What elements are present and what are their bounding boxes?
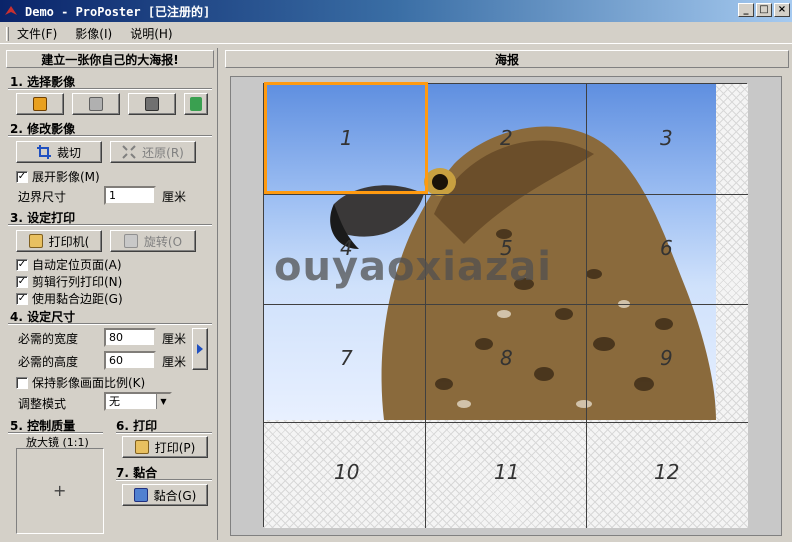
cut-print-label: 剪辑行列打印(N) [32,275,123,289]
menu-bar: 文件(F) 影像(I) 说明(H) [0,24,792,44]
border-unit-label: 厘米 [162,190,187,204]
clipboard-icon [89,97,103,111]
width-input[interactable]: 80 [104,328,156,347]
auto-position-checkbox[interactable]: ✓ 自动定位页面(A) [16,256,122,273]
rotate-label: 旋转(O [143,234,183,249]
page-number: 9 [660,346,673,370]
scan-image-button[interactable] [128,93,176,115]
page-number: 6 [660,236,673,260]
restore-button[interactable]: 还原(R) [110,141,196,163]
page-divider [586,84,587,528]
list-view-button[interactable] [184,93,208,115]
divider [116,479,212,481]
left-panel-header: 建立一张你自己的大海报! [6,50,214,68]
printer-icon [134,440,149,454]
arrow-right-icon [197,344,203,354]
height-input[interactable]: 60 [104,351,156,370]
close-button[interactable]: × [774,3,790,17]
page-number: 12 [654,460,680,484]
page-divider [264,422,748,423]
checkbox-empty [16,376,28,389]
crop-icon [36,145,51,159]
printer-icon [28,234,43,248]
glue-button[interactable]: 黏合(G) [122,484,208,506]
page-number: 8 [500,346,513,370]
menu-file[interactable]: 文件(F) [17,25,57,42]
poster-panel-header: 海报 [225,50,789,68]
maximize-button[interactable]: □ [756,3,772,17]
rotate-icon [123,234,138,248]
divider [8,135,212,137]
glue-margin-label: 使用黏合边距(G) [32,292,123,306]
page-divider [264,304,748,305]
checkmark: ✓ [16,292,28,305]
adjust-mode-label: 调整模式 [18,397,67,411]
scanner-icon [145,97,159,111]
checkmark: ✓ [16,258,28,271]
glue-icon [133,488,148,502]
image-icon [33,97,47,111]
printer-label: 打印机( [48,234,90,249]
width-label: 必需的宽度 [18,332,79,346]
menu-grip [6,26,9,41]
menu-image[interactable]: 影像(I) [75,25,112,42]
list-icon [190,97,202,111]
print-button[interactable]: 打印(P) [122,436,208,458]
chevron-down-icon[interactable]: ▼ [156,394,170,409]
poster-paper: 1 2 3 4 5 6 7 8 9 10 11 12 ouyaoxiazai [263,82,748,528]
page-number: 2 [500,126,513,150]
title-bar: Demo - ProPoster [已注册的] _ □ × [0,0,792,22]
checkmark: ✓ [16,275,28,288]
expand-size-button[interactable] [192,328,208,370]
open-image-button[interactable] [16,93,64,115]
border-size-input[interactable]: 1 [104,186,156,205]
divider [8,88,212,90]
height-label: 必需的高度 [18,355,79,369]
border-size-label: 边界尺寸 [18,190,67,204]
width-unit-label: 厘米 [162,332,187,346]
crop-button[interactable]: 裁切 [16,141,102,163]
page-number: 11 [494,460,520,484]
auto-position-label: 自动定位页面(A) [32,258,122,272]
keep-ratio-checkbox[interactable]: 保持影像画面比例(K) [16,374,145,391]
divider [116,432,212,434]
divider [8,224,212,226]
adjust-mode-select[interactable]: 无 ▼ [104,392,172,411]
poster-panel: 海报 1 2 3 4 5 6 7 8 9 10 11 12 ouyaoxiaza… [221,48,792,540]
magnifier-preview: + [16,448,104,534]
expand-image-checkbox[interactable]: ✓ 展开影像(M) [16,168,100,185]
keep-ratio-label: 保持影像画面比例(K) [32,376,146,390]
crosshair-icon: + [53,481,67,500]
left-panel: 建立一张你自己的大海报! 1. 选择影像 2. 修改影像 裁切 还原(R) ✓ 展… [0,48,218,540]
window-title: Demo - ProPoster [已注册的] [25,4,211,19]
page-divider [264,194,748,195]
page-number: 3 [660,126,673,150]
divider [8,323,212,325]
cut-print-checkbox[interactable]: ✓ 剪辑行列打印(N) [16,273,122,290]
expand-icon [122,145,136,159]
menu-help[interactable]: 说明(H) [130,25,172,42]
poster-canvas: 1 2 3 4 5 6 7 8 9 10 11 12 ouyaoxiazai [230,76,782,536]
glue-margin-checkbox[interactable]: ✓ 使用黏合边距(G) [16,290,123,307]
glue-label: 黏合(G) [153,488,197,503]
crop-label: 裁切 [56,145,81,160]
restore-label: 还原(R) [142,145,184,160]
checkmark: ✓ [16,170,28,183]
rotate-button[interactable]: 旋转(O [110,230,196,252]
minimize-button[interactable]: _ [738,3,754,17]
expand-image-label: 展开影像(M) [32,170,100,184]
watermark-text: ouyaoxiazai [274,244,552,290]
app-icon [3,3,19,19]
adjust-mode-value: 无 [109,395,120,408]
page-number: 10 [334,460,360,484]
height-unit-label: 厘米 [162,355,187,369]
print-label: 打印(P) [154,440,196,455]
page-number: 1 [340,126,353,150]
paste-image-button[interactable] [72,93,120,115]
page-number: 7 [340,346,353,370]
printer-button[interactable]: 打印机( [16,230,102,252]
